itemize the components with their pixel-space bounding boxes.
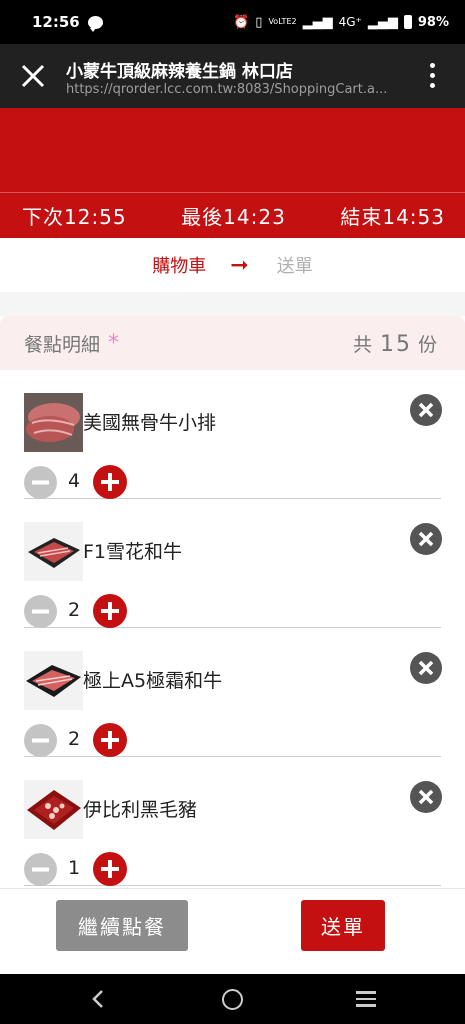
item-quantity: 2 (67, 599, 81, 621)
required-star: * (108, 330, 120, 356)
end-time: 結束14:53 (340, 205, 445, 229)
total-prefix: 共 (352, 333, 374, 356)
step-cart: 購物車 (152, 256, 207, 277)
total-number: 15 (379, 331, 412, 357)
step-submit: 送單 (276, 256, 313, 277)
last-time: 最後14:23 (181, 205, 286, 229)
decrease-quantity-icon[interactable] (24, 595, 57, 628)
separator (0, 292, 465, 316)
total-suffix: 份 (417, 333, 439, 356)
vibrate-icon: ▯ (255, 14, 263, 30)
decrease-quantity-icon[interactable] (24, 853, 57, 886)
page-url[interactable]: https://qrorder.lcc.com.tw:8083/Shopping… (66, 82, 406, 97)
system-nav-bar (0, 974, 465, 1024)
header-banner (0, 108, 465, 192)
recent-apps-icon[interactable] (356, 991, 376, 1007)
alarm-icon: ⏰ (233, 14, 250, 30)
increase-quantity-icon[interactable] (93, 594, 127, 628)
increase-quantity-icon[interactable] (93, 723, 127, 757)
status-time: 12:56 (32, 13, 80, 31)
more-menu-icon[interactable] (424, 63, 440, 91)
item-image-beef-short-rib (24, 393, 83, 452)
home-icon[interactable] (222, 989, 243, 1010)
remove-item-icon[interactable] (410, 652, 442, 684)
submit-order-button[interactable]: 送單 (301, 900, 385, 951)
battery-percent: 98% (417, 14, 449, 30)
continue-ordering-button[interactable]: 繼續點餐 (56, 900, 188, 951)
cart-item: 極上A5極霜和牛 2 (24, 628, 442, 757)
decrease-quantity-icon[interactable] (24, 466, 57, 499)
cart-item: F1雪花和牛 2 (24, 499, 442, 628)
total-count: 共 15 份 (353, 330, 439, 357)
decrease-quantity-icon[interactable] (24, 724, 57, 757)
summary-label: 餐點明細 (24, 333, 101, 356)
item-name: F1雪花和牛 (83, 541, 183, 563)
item-image-f1-wagyu (24, 522, 83, 581)
increase-quantity-icon[interactable] (93, 852, 127, 886)
signal-icon: ▂▄▆ (302, 14, 333, 30)
item-image-iberico-pork (24, 780, 83, 839)
remove-item-icon[interactable] (410, 394, 442, 426)
cart-item-list: 美國無骨牛小排 4 F1雪花和牛 2 極上A5極霜和牛 2 伊比利黑毛豬 1 (0, 370, 465, 888)
item-name: 美國無骨牛小排 (83, 412, 217, 434)
status-icons: ⏰ ▯ VoLTE2 ▂▄▆ 4G⁺ ▂▄▆ 98% (233, 15, 449, 30)
remove-item-icon[interactable] (410, 781, 442, 813)
arrow-right-icon: ➞ (230, 252, 249, 278)
order-steps: 購物車 ➞ 送單 (0, 238, 465, 292)
cart-item: 伊比利黑毛豬 1 (24, 757, 442, 886)
close-icon[interactable] (19, 62, 47, 90)
network-label: 4G⁺ (338, 15, 362, 29)
order-summary: 餐點明細 * 共 15 份 (0, 316, 465, 370)
volte-label: VoLTE2 (268, 17, 297, 26)
page-title: 小蒙牛頂級麻辣養生鍋 林口店 (66, 62, 293, 82)
action-footer: 繼續點餐 送單 (0, 888, 465, 974)
status-bar: 12:56 ⏰ ▯ VoLTE2 ▂▄▆ 4G⁺ ▂▄▆ 98% (0, 0, 465, 44)
item-name: 極上A5極霜和牛 (83, 670, 223, 692)
next-time: 下次12:55 (22, 205, 127, 229)
time-bar: 下次12:55 最後14:23 結束14:53 (0, 192, 465, 238)
item-image-a5-wagyu (24, 651, 83, 710)
item-name: 伊比利黑毛豬 (83, 799, 198, 821)
cart-item: 美國無骨牛小排 4 (24, 370, 442, 499)
remove-item-icon[interactable] (410, 523, 442, 555)
chat-bubble-icon (87, 15, 103, 32)
item-quantity: 1 (67, 857, 81, 879)
item-quantity: 4 (67, 470, 81, 492)
back-icon[interactable] (88, 988, 108, 1010)
battery-icon (403, 15, 412, 29)
browser-bar: 小蒙牛頂級麻辣養生鍋 林口店 https://qrorder.lcc.com.t… (0, 44, 465, 108)
item-quantity: 2 (67, 728, 81, 750)
signal-icon-2: ▂▄▆ (367, 14, 398, 30)
increase-quantity-icon[interactable] (93, 465, 127, 499)
